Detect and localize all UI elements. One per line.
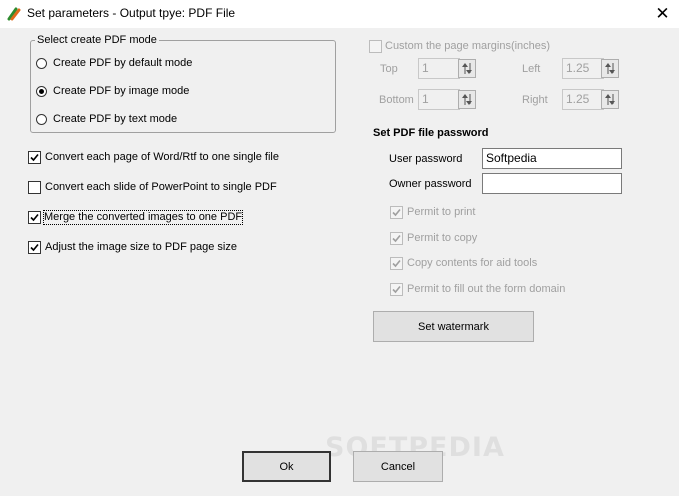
permit-print-checkbox[interactable] — [390, 206, 403, 219]
convert-word-label[interactable]: Convert each page of Word/Rtf to one sin… — [45, 151, 279, 164]
convert-word-checkbox[interactable] — [28, 151, 41, 164]
custom-margins-label[interactable]: Custom the page margins(inches) — [385, 40, 550, 53]
margin-left-label: Left — [522, 63, 541, 75]
checkmark-icon — [392, 285, 401, 294]
margin-right-input[interactable]: 1.25 — [562, 89, 604, 110]
margin-left-input[interactable]: 1.25 — [562, 58, 604, 79]
radio-default-mode[interactable] — [36, 58, 47, 69]
ok-button[interactable]: Ok — [242, 451, 331, 482]
copy-aid-tools-checkbox[interactable] — [390, 257, 403, 270]
user-password-label: User password — [389, 153, 463, 165]
spin-arrows-icon — [462, 94, 472, 105]
spin-arrows-icon — [462, 63, 472, 74]
adjust-image-size-label[interactable]: Adjust the image size to PDF page size — [45, 241, 237, 254]
spin-arrows-icon — [605, 63, 615, 74]
permit-copy-checkbox[interactable] — [390, 232, 403, 245]
checkmark-icon — [30, 213, 39, 222]
radio-text-mode[interactable] — [36, 114, 47, 125]
adjust-image-size-checkbox[interactable] — [28, 241, 41, 254]
copy-aid-tools-label[interactable]: Copy contents for aid tools — [407, 257, 537, 270]
radio-default-mode-label[interactable]: Create PDF by default mode — [53, 57, 192, 70]
custom-margins-checkbox[interactable] — [369, 40, 382, 53]
margin-top-spinner[interactable] — [458, 59, 476, 78]
owner-password-label: Owner password — [389, 178, 472, 190]
radio-selected-dot — [39, 89, 44, 94]
convert-powerpoint-label[interactable]: Convert each slide of PowerPoint to sing… — [45, 181, 277, 194]
permit-fill-form-label[interactable]: Permit to fill out the form domain — [407, 283, 565, 296]
radio-text-mode-label[interactable]: Create PDF by text mode — [53, 113, 177, 126]
checkmark-icon — [392, 259, 401, 268]
checkmark-icon — [392, 208, 401, 217]
margin-right-label: Right — [522, 94, 548, 106]
pdf-mode-legend: Select create PDF mode — [35, 34, 159, 47]
checkmark-icon — [30, 153, 39, 162]
margin-right-spinner[interactable] — [601, 90, 619, 109]
margin-bottom-spinner[interactable] — [458, 90, 476, 109]
permit-copy-label[interactable]: Permit to copy — [407, 232, 477, 245]
radio-image-mode[interactable] — [36, 86, 47, 97]
merge-images-checkbox[interactable] — [28, 211, 41, 224]
margin-top-label: Top — [380, 63, 398, 75]
app-icon — [6, 6, 22, 22]
checkmark-icon — [30, 243, 39, 252]
user-password-input[interactable]: Softpedia — [482, 148, 622, 169]
margin-left-spinner[interactable] — [601, 59, 619, 78]
permit-print-label[interactable]: Permit to print — [407, 206, 475, 219]
margin-top-input[interactable]: 1 — [418, 58, 460, 79]
window-title: Set parameters - Output tpye: PDF File — [27, 6, 236, 20]
set-watermark-button[interactable]: Set watermark — [373, 311, 534, 342]
close-icon: ✕ — [655, 4, 670, 24]
owner-password-input[interactable] — [482, 173, 622, 194]
cancel-button[interactable]: Cancel — [353, 451, 443, 482]
password-heading: Set PDF file password — [373, 127, 489, 139]
spin-arrows-icon — [605, 94, 615, 105]
margin-bottom-label: Bottom — [379, 94, 414, 106]
permit-fill-form-checkbox[interactable] — [390, 283, 403, 296]
margin-bottom-input[interactable]: 1 — [418, 89, 460, 110]
merge-images-label[interactable]: Merge the converted images to one PDF — [42, 210, 244, 225]
close-button[interactable]: ✕ — [646, 0, 679, 28]
radio-image-mode-label[interactable]: Create PDF by image mode — [53, 85, 189, 98]
checkmark-icon — [392, 234, 401, 243]
convert-powerpoint-checkbox[interactable] — [28, 181, 41, 194]
